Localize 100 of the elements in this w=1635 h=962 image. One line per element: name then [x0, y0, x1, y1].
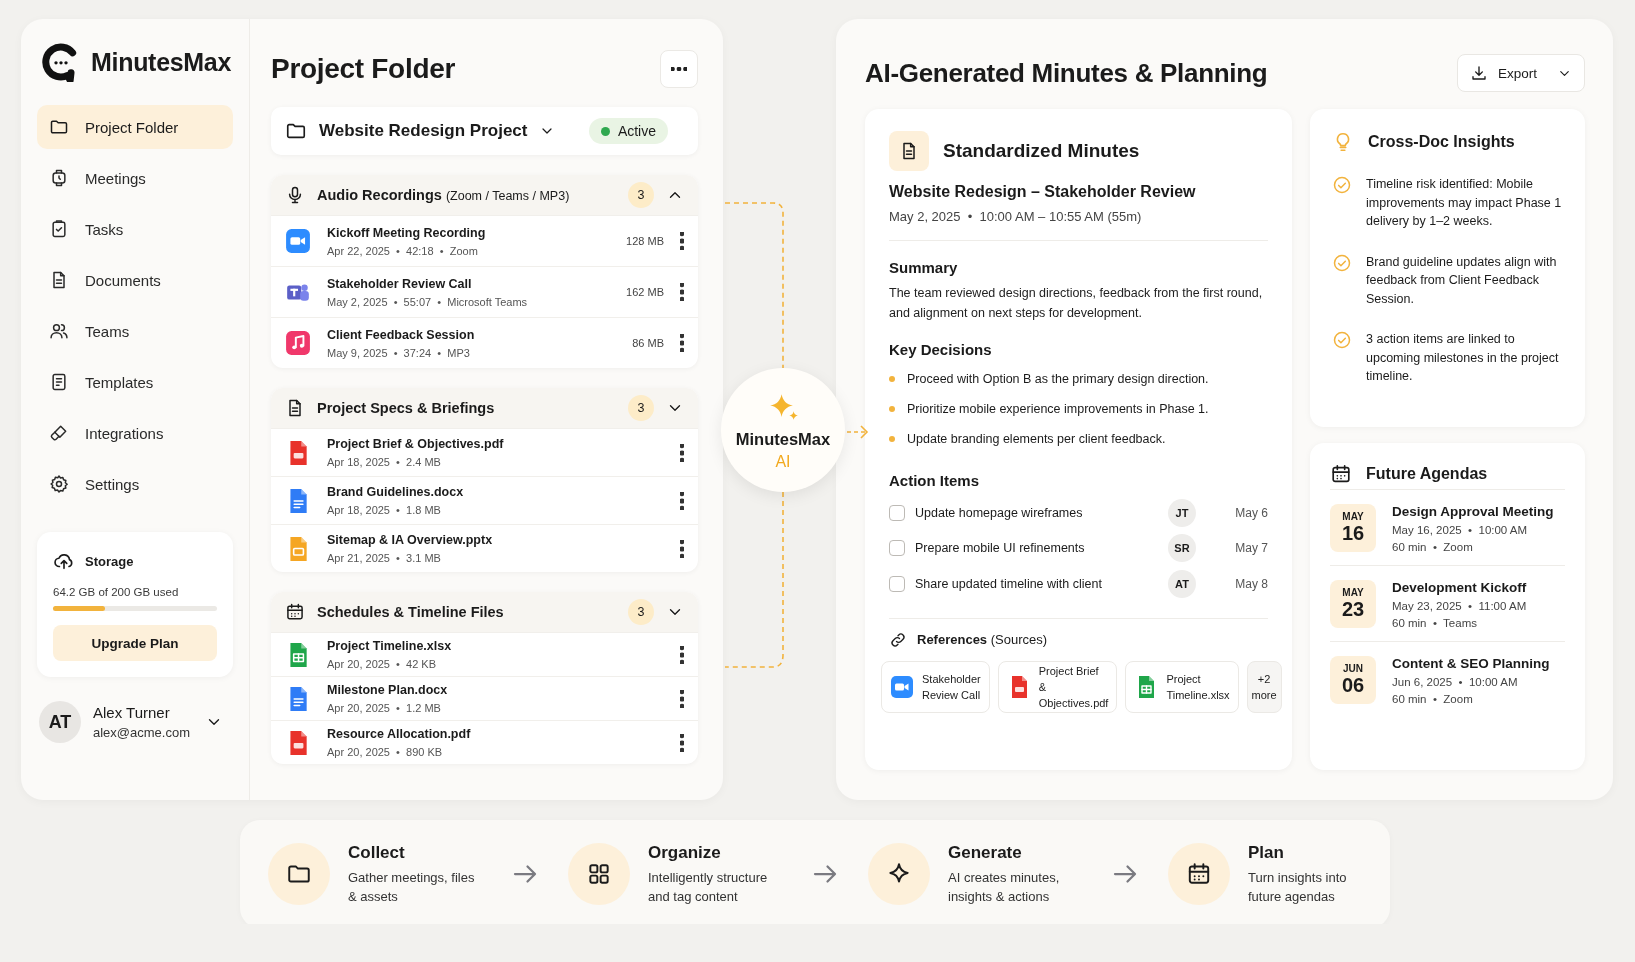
file-name[interactable]: Sitemap & IA Overview.pptx — [327, 533, 664, 547]
summary-text: The team reviewed design directions, feedback from the first round, and alignment on next steps for development. — [889, 285, 1264, 322]
file-meta: Apr 20, 2025 • 890 KB — [327, 746, 444, 758]
agenda-detail: 60 min • Zoom — [1392, 541, 1474, 553]
file-meta: Apr 20, 2025 • 1.2 MB — [327, 702, 442, 714]
storage-title: Storage — [85, 553, 134, 569]
file-meta: Apr 18, 2025 • 2.4 MB — [327, 456, 442, 468]
step-title: Generate — [948, 842, 1023, 863]
more-button[interactable] — [680, 491, 684, 510]
calendar-icon — [285, 602, 305, 622]
checkbox[interactable] — [889, 540, 905, 557]
agenda-title[interactable]: Design Approval Meeting — [1392, 504, 1554, 519]
file-name[interactable]: Stakeholder Review Call — [327, 276, 611, 291]
nav-item[interactable]: Meetings — [37, 156, 233, 200]
more-icon — [680, 733, 684, 752]
connector-arrow — [846, 425, 869, 439]
group-header[interactable]: Schedules & Timeline Files 3 — [271, 592, 698, 632]
people-icon — [49, 321, 69, 341]
meeting-title: Website Redesign – Stakeholder Review — [889, 183, 1197, 201]
file-name[interactable]: Project Timeline.xlsx — [327, 639, 664, 653]
agenda-detail: 60 min • Zoom — [1392, 693, 1474, 705]
file-meta: Apr 22, 2025 • 42:18 • Zoom — [327, 244, 479, 257]
assignee-avatar: AT — [1168, 569, 1196, 598]
file-size: 86 MB — [632, 337, 664, 349]
nav-item[interactable]: Templates — [37, 360, 233, 404]
group-header[interactable]: Project Specs & Briefings 3 — [271, 388, 698, 428]
project-selector[interactable]: Website Redesign Project Active — [271, 107, 698, 155]
file-name[interactable]: Kickoff Meeting Recording — [327, 225, 611, 240]
more-button[interactable] — [680, 443, 684, 462]
user-name: Alex Turner — [93, 704, 171, 721]
more-icon — [680, 443, 684, 462]
assignee-avatar: JT — [1168, 498, 1196, 527]
step-text: AI creates minutes, insights & actions — [948, 868, 1061, 906]
file-meta: Apr 20, 2025 • 42 KB — [327, 658, 438, 670]
checkbox[interactable] — [889, 575, 905, 592]
check-circle-icon — [1332, 330, 1352, 350]
more-references-button[interactable]: +2 more — [1246, 660, 1282, 713]
settings-icon — [49, 474, 69, 494]
more-button[interactable] — [680, 733, 684, 752]
agenda-time: Jun 6, 2025 • 10:00 AM — [1392, 676, 1519, 688]
download-icon — [1469, 64, 1488, 82]
step-text: Turn insights into future agendas — [1248, 868, 1348, 906]
check-circle-icon — [1332, 252, 1352, 273]
nav-item[interactable]: Tasks — [37, 207, 233, 251]
calendar-icon — [1186, 861, 1212, 887]
group-title: Schedules & Timeline Files — [317, 604, 504, 620]
decision-text: Proceed with Option B as the primary design direction. — [907, 372, 1209, 386]
more-button[interactable] — [680, 539, 684, 558]
file-meta: Apr 18, 2025 • 1.8 MB — [327, 504, 442, 516]
count-badge: 3 — [628, 599, 654, 625]
meeting-time: May 2, 2025 • 10:00 AM – 10:55 AM (55m) — [889, 209, 1143, 224]
assignee-avatar: SR — [1168, 534, 1196, 563]
upgrade-button[interactable]: Upgrade Plan — [53, 625, 217, 661]
project-name: Website Redesign Project — [319, 121, 528, 141]
file-name[interactable]: Resource Allocation.pdf — [327, 727, 664, 741]
more-icon — [680, 539, 684, 558]
date-badge: JUN 06 — [1330, 656, 1376, 704]
nav-item[interactable]: Teams — [37, 309, 233, 353]
hub-name: MinutesMax — [735, 429, 831, 449]
file-meta: May 9, 2025 • 37:24 • MP3 — [327, 346, 471, 359]
nav-item[interactable]: Documents — [37, 258, 233, 302]
agenda-title[interactable]: Content & SEO Planning — [1392, 656, 1550, 671]
more-icon — [680, 491, 684, 510]
agenda-title[interactable]: Development Kickoff — [1392, 580, 1527, 595]
more-button[interactable] — [660, 50, 698, 88]
reference-chip[interactable]: Project Timeline.xlsx — [1125, 660, 1239, 713]
more-button[interactable] — [680, 645, 684, 664]
bullet-icon — [889, 436, 895, 442]
reference-chip[interactable]: Project Brief & Objectives.pdf — [997, 660, 1118, 713]
file-name[interactable]: Brand Guidelines.docx — [327, 485, 664, 499]
user-avatar: AT — [39, 701, 81, 743]
more-button[interactable] — [680, 232, 684, 250]
more-button[interactable] — [680, 689, 684, 708]
file-size: 162 MB — [626, 286, 664, 298]
user-email: alex@acme.com — [93, 725, 190, 740]
export-button[interactable]: Export — [1456, 54, 1585, 92]
more-icon — [671, 67, 687, 71]
status-badge: Active — [588, 118, 668, 144]
file-name[interactable]: Client Feedback Session — [327, 327, 617, 342]
video-icon — [285, 228, 311, 254]
step-text: Intelligently structure and tag content — [648, 868, 769, 906]
more-button[interactable] — [680, 334, 684, 352]
nav-item[interactable]: Integrations — [37, 411, 233, 455]
section-title: Summary — [889, 259, 959, 276]
nav-item[interactable]: Project Folder — [37, 105, 233, 149]
group-title: Audio Recordings (Zoom / Teams / MP3) — [317, 187, 570, 203]
checkbox[interactable] — [889, 504, 905, 521]
more-button[interactable] — [680, 283, 684, 301]
grid-icon — [586, 861, 612, 887]
file-name[interactable]: Milestone Plan.docx — [327, 683, 664, 697]
card-title: Future Agendas — [1366, 465, 1488, 483]
group-title: Project Specs & Briefings — [317, 400, 495, 416]
file-name[interactable]: Project Brief & Objectives.pdf — [327, 437, 664, 451]
action-text: Update homepage wireframes — [915, 505, 1084, 520]
group-header[interactable]: Audio Recordings (Zoom / Teams / MP3) 3 — [271, 175, 698, 215]
due-date: May 6 — [1234, 505, 1268, 520]
section-title: Key Decisions — [889, 341, 993, 358]
references-title: References (Sources) — [917, 632, 1048, 647]
reference-chip[interactable]: Stakeholder Review Call — [881, 660, 990, 713]
nav-item[interactable]: Settings — [37, 462, 233, 506]
